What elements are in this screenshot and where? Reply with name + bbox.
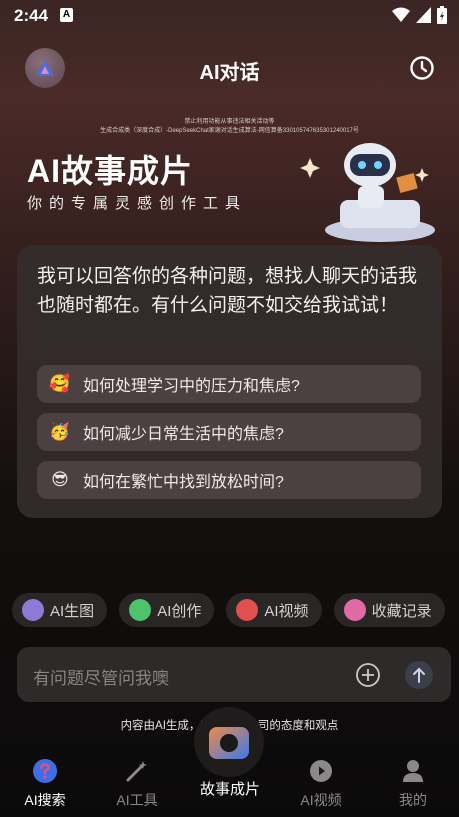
- page-title: AI对话: [199, 62, 260, 84]
- chip-ai-video[interactable]: AI视频: [226, 593, 322, 627]
- image-robot-icon: [22, 599, 44, 621]
- chip-label: 收藏记录: [371, 602, 432, 620]
- suggestion-item[interactable]: 🥳 如何减少日常生活中的焦虑?: [37, 413, 421, 451]
- bottom-nav: AI搜索 AI工具 故事成片 AI视频 我的: [0, 752, 459, 817]
- create-icon: [129, 599, 152, 621]
- status-bar: 2:44 A: [0, 0, 459, 32]
- quick-tools-row: AI生图 AI创作 AI视频 收藏记录: [12, 593, 459, 627]
- robot-illustration: [300, 143, 435, 242]
- suggestion-text: 如何处理学习中的压力和焦虑?: [83, 378, 300, 395]
- banner-subtitle: 你的专属灵感创作工具: [27, 195, 248, 212]
- chip-ai-create[interactable]: AI创作: [119, 593, 215, 627]
- welcome-text: 我可以回答你的各种问题，想找人聊天的话我也随时都在。有什么问题不如交给我试试！: [37, 266, 418, 316]
- send-button[interactable]: [405, 661, 433, 689]
- chip-favorites[interactable]: 收藏记录: [333, 593, 445, 627]
- user-icon: [403, 760, 423, 782]
- wand-icon: [126, 761, 147, 782]
- chip-label: AI视频: [264, 602, 309, 620]
- nav-label: AI工具: [116, 792, 158, 808]
- nav-label: AI视频: [300, 792, 342, 808]
- suggestion-text: 如何减少日常生活中的焦虑?: [83, 426, 284, 443]
- chip-ai-image[interactable]: AI生图: [12, 593, 108, 627]
- plus-icon[interactable]: [355, 662, 381, 688]
- welcome-card: 我可以回答你的各种问题，想找人聊天的话我也随时都在。有什么问题不如交给我试试！ …: [17, 245, 442, 518]
- chat-input-box[interactable]: 有问题尽管问我噢: [17, 647, 451, 702]
- battery-icon: [437, 6, 447, 24]
- wifi-icon: [392, 7, 410, 22]
- party-face-emoji-icon: 🥳: [49, 422, 71, 441]
- sunglasses-emoji-icon: 😎: [51, 470, 69, 489]
- nav-ai-video[interactable]: AI视频: [286, 758, 356, 810]
- suggestion-item[interactable]: 😎 如何在繁忙中找到放松时间?: [37, 461, 421, 499]
- nav-story-video-label[interactable]: 故事成片: [180, 778, 280, 799]
- clock-icon[interactable]: [409, 55, 435, 81]
- question-circle-icon: [33, 759, 57, 783]
- chip-label: AI生图: [50, 602, 95, 620]
- nav-label: AI搜索: [24, 792, 66, 808]
- nav-ai-tools[interactable]: AI工具: [102, 758, 172, 810]
- signal-icon: [416, 7, 431, 23]
- suggestion-text: 如何在繁忙中找到放松时间?: [83, 474, 284, 491]
- star-icon: [343, 599, 366, 621]
- arrow-up-icon: [413, 667, 425, 683]
- nav-mine[interactable]: 我的: [378, 758, 448, 810]
- nav-label: 我的: [399, 792, 427, 808]
- play-circle-icon: [310, 760, 332, 782]
- chat-input-placeholder[interactable]: 有问题尽管问我噢: [33, 664, 169, 689]
- chip-label: AI创作: [157, 602, 202, 620]
- nav-ai-search[interactable]: AI搜索: [10, 758, 80, 810]
- notice-line-1: 禁止利用功能从事违法相关活动等: [184, 119, 275, 125]
- banner-title: AI故事成片: [27, 153, 194, 189]
- smiling-hearts-emoji-icon: 🥰: [49, 374, 71, 393]
- suggestion-item[interactable]: 🥰 如何处理学习中的压力和焦虑?: [37, 365, 421, 403]
- status-time: 2:44: [14, 6, 49, 25]
- video-icon: [236, 599, 259, 621]
- notification-a-icon: A: [60, 8, 73, 22]
